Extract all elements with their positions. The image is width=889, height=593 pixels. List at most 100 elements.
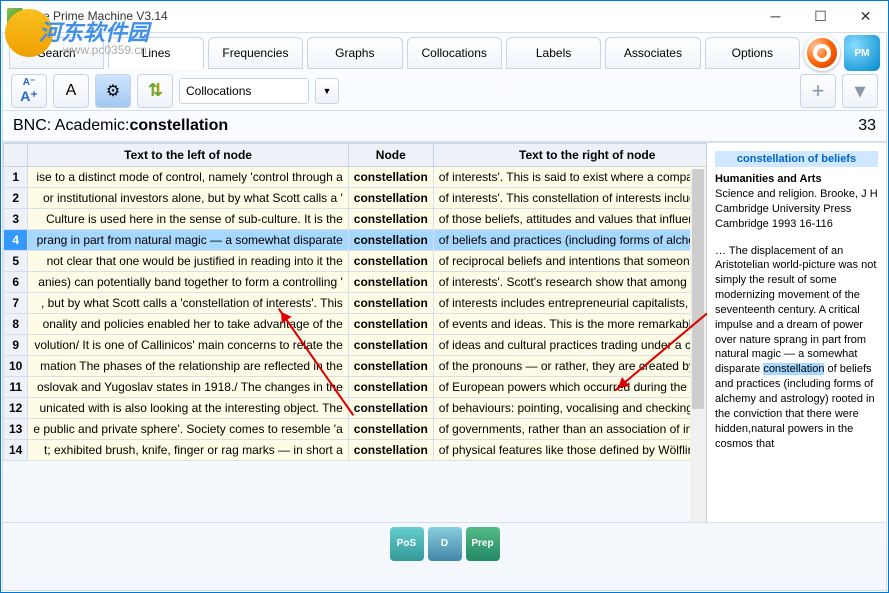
row-left: oslovak and Yugoslav states in 1918./ Th… bbox=[28, 377, 348, 398]
row-right: of interests'. Scott's research show tha… bbox=[433, 272, 706, 293]
font-size-button[interactable]: A⁻A⁺ bbox=[11, 74, 47, 108]
table-scrollbar[interactable] bbox=[690, 169, 706, 522]
font-style-button[interactable]: A bbox=[53, 74, 89, 108]
d-button[interactable]: D bbox=[428, 527, 462, 561]
row-left: onality and policies enabled her to take… bbox=[28, 314, 348, 335]
view-combo[interactable]: Collocations bbox=[179, 78, 309, 104]
row-left: t; exhibited brush, knife, finger or rag… bbox=[28, 440, 348, 461]
row-left: Culture is used here in the sense of sub… bbox=[28, 209, 348, 230]
col-node[interactable]: Node bbox=[348, 144, 433, 167]
tab-search[interactable]: Search bbox=[9, 37, 104, 69]
row-node: constellation bbox=[348, 230, 433, 251]
side-highlight: constellation bbox=[763, 363, 824, 375]
col-num[interactable] bbox=[4, 144, 28, 167]
row-node: constellation bbox=[348, 440, 433, 461]
side-panel[interactable]: constellation of beliefs Humanities and … bbox=[706, 143, 886, 522]
side-subtitle: Humanities and Arts bbox=[715, 173, 878, 185]
row-right: of reciprocal beliefs and intentions tha… bbox=[433, 251, 706, 272]
table-row[interactable]: 13e public and private sphere'. Society … bbox=[4, 419, 707, 440]
row-num: 7 bbox=[4, 293, 28, 314]
row-num: 1 bbox=[4, 167, 28, 188]
table-row[interactable]: 2or institutional investors alone, but b… bbox=[4, 188, 707, 209]
row-node: constellation bbox=[348, 293, 433, 314]
query-bar: BNC: Academic: constellation 33 bbox=[3, 111, 886, 142]
row-num: 14 bbox=[4, 440, 28, 461]
result-count: 33 bbox=[858, 117, 876, 135]
row-right: of the pronouns — or rather, they are cr… bbox=[433, 356, 706, 377]
table-row[interactable]: 14t; exhibited brush, knife, finger or r… bbox=[4, 440, 707, 461]
help-icon[interactable] bbox=[804, 35, 840, 71]
row-node: constellation bbox=[348, 209, 433, 230]
sort-button[interactable]: ⇅ bbox=[137, 74, 173, 108]
table-row[interactable]: 10mation The phases of the relationship … bbox=[4, 356, 707, 377]
row-left: or institutional investors alone, but by… bbox=[28, 188, 348, 209]
concordance-table: Text to the left of node Node Text to th… bbox=[3, 143, 706, 461]
globe-icon[interactable]: PM bbox=[844, 35, 880, 71]
maximize-button[interactable]: ☐ bbox=[798, 1, 843, 31]
row-left: anies) can potentially band together to … bbox=[28, 272, 348, 293]
concordance-table-wrap: Text to the left of node Node Text to th… bbox=[3, 143, 706, 522]
pos-button[interactable]: PoS bbox=[390, 527, 424, 561]
table-row[interactable]: 12unicated with is also looking at the i… bbox=[4, 398, 707, 419]
row-node: constellation bbox=[348, 188, 433, 209]
tab-options[interactable]: Options bbox=[705, 37, 800, 69]
corpus-label: BNC: Academic: bbox=[13, 117, 129, 135]
row-left: , but by what Scott calls a 'constellati… bbox=[28, 293, 348, 314]
side-body: … The displacement of an Aristotelian wo… bbox=[715, 244, 878, 452]
tab-associates[interactable]: Associates bbox=[605, 37, 700, 69]
row-num: 3 bbox=[4, 209, 28, 230]
table-row[interactable]: 5not clear that one would be justified i… bbox=[4, 251, 707, 272]
filter-button[interactable]: ▾ bbox=[842, 74, 878, 108]
row-num: 5 bbox=[4, 251, 28, 272]
row-num: 4 bbox=[4, 230, 28, 251]
table-row[interactable]: 4prang in part from natural magic — a so… bbox=[4, 230, 707, 251]
row-left: mation The phases of the relationship ar… bbox=[28, 356, 348, 377]
close-button[interactable]: ✕ bbox=[843, 1, 888, 31]
row-left: e public and private sphere'. Society co… bbox=[28, 419, 348, 440]
row-left: prang in part from natural magic — a som… bbox=[28, 230, 348, 251]
table-row[interactable]: 1ise to a distinct mode of control, name… bbox=[4, 167, 707, 188]
row-node: constellation bbox=[348, 377, 433, 398]
add-button[interactable]: + bbox=[800, 74, 836, 108]
query-word: constellation bbox=[129, 117, 228, 135]
prep-button[interactable]: Prep bbox=[466, 527, 500, 561]
col-left[interactable]: Text to the left of node bbox=[28, 144, 348, 167]
row-num: 12 bbox=[4, 398, 28, 419]
row-num: 11 bbox=[4, 377, 28, 398]
tab-lines[interactable]: Lines bbox=[108, 37, 203, 69]
table-row[interactable]: 8onality and policies enabled her to tak… bbox=[4, 314, 707, 335]
row-right: of interests'. This constellation of int… bbox=[433, 188, 706, 209]
table-row[interactable]: 9volution/ It is one of Callinicos' main… bbox=[4, 335, 707, 356]
minimize-button[interactable]: ─ bbox=[753, 1, 798, 31]
tab-frequencies[interactable]: Frequencies bbox=[208, 37, 303, 69]
table-row[interactable]: 3Culture is used here in the sense of su… bbox=[4, 209, 707, 230]
row-node: constellation bbox=[348, 167, 433, 188]
row-num: 9 bbox=[4, 335, 28, 356]
row-node: constellation bbox=[348, 251, 433, 272]
table-row[interactable]: 11oslovak and Yugoslav states in 1918./ … bbox=[4, 377, 707, 398]
row-num: 13 bbox=[4, 419, 28, 440]
toolbar: A⁻A⁺ A ⚙ ⇅ Collocations ▼ + ▾ bbox=[3, 71, 886, 111]
bottom-bar: PoS D Prep bbox=[3, 522, 886, 564]
row-left: volution/ It is one of Callinicos' main … bbox=[28, 335, 348, 356]
col-right[interactable]: Text to the right of node bbox=[433, 144, 706, 167]
table-row[interactable]: 7, but by what Scott calls a 'constellat… bbox=[4, 293, 707, 314]
tab-labels[interactable]: Labels bbox=[506, 37, 601, 69]
app-icon bbox=[7, 8, 23, 24]
row-right: of physical features like those defined … bbox=[433, 440, 706, 461]
row-right: of beliefs and practices (including form… bbox=[433, 230, 706, 251]
row-node: constellation bbox=[348, 335, 433, 356]
table-row[interactable]: 6anies) can potentially band together to… bbox=[4, 272, 707, 293]
row-right: of ideas and cultural practices trading … bbox=[433, 335, 706, 356]
view-combo-dropdown[interactable]: ▼ bbox=[315, 78, 339, 104]
row-node: constellation bbox=[348, 398, 433, 419]
window-title: The Prime Machine V3.14 bbox=[29, 9, 753, 23]
row-left: not clear that one would be justified in… bbox=[28, 251, 348, 272]
tab-collocations[interactable]: Collocations bbox=[407, 37, 502, 69]
titlebar: The Prime Machine V3.14 ─ ☐ ✕ bbox=[1, 1, 888, 31]
row-node: constellation bbox=[348, 314, 433, 335]
row-num: 8 bbox=[4, 314, 28, 335]
tab-graphs[interactable]: Graphs bbox=[307, 37, 402, 69]
row-node: constellation bbox=[348, 272, 433, 293]
settings-folder-button[interactable]: ⚙ bbox=[95, 74, 131, 108]
